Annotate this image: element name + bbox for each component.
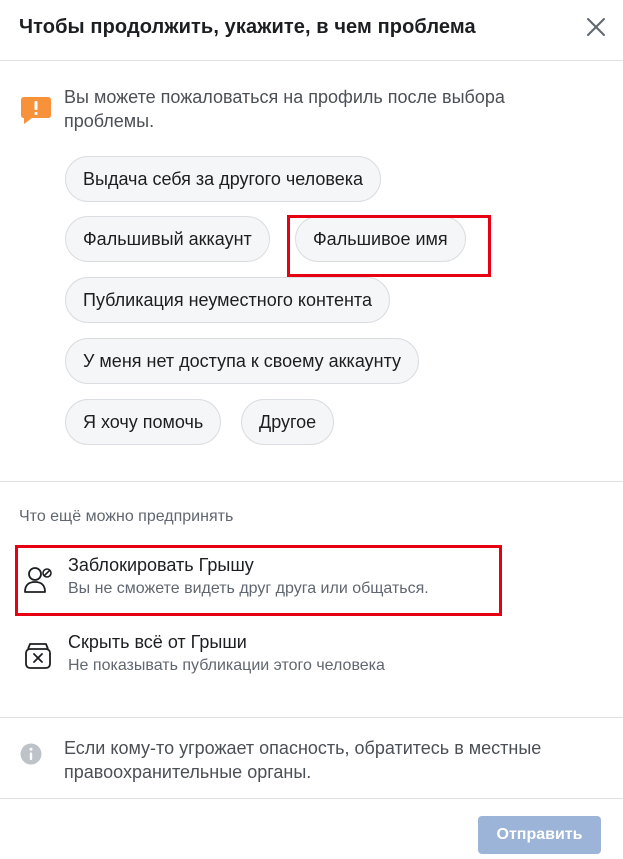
info-icon	[20, 743, 42, 765]
hide-all-title: Скрыть всё от Грыши	[68, 632, 247, 652]
block-user-title: Заблокировать Грышу	[68, 555, 254, 575]
close-button[interactable]	[583, 14, 609, 40]
option-want-help[interactable]: Я хочу помочь	[65, 399, 222, 445]
dialog-header: Чтобы продолжить, укажите, в чем проблем…	[0, 0, 623, 61]
hide-box-icon	[25, 643, 51, 669]
safety-notice-text: Если кому-то угрожает опасность, обратит…	[64, 738, 542, 782]
dialog-title: Чтобы продолжить, укажите, в чем проблем…	[19, 16, 476, 38]
report-dialog: Чтобы продолжить, укажите, в чем проблем…	[0, 0, 623, 859]
hide-all-action[interactable]: Скрыть всё от Грыши Не показывать публик…	[20, 632, 580, 682]
block-user-action[interactable]: Заблокировать Грышу Вы не сможете видеть…	[20, 555, 580, 605]
option-fake-account[interactable]: Фальшивый аккаунт	[65, 216, 270, 262]
block-user-subtitle: Вы не сможете видеть друг друга или обща…	[68, 580, 429, 597]
more-actions-heading: Что ещё можно предпринять	[19, 508, 234, 525]
hide-all-subtitle: Не показывать публикации этого человека	[68, 657, 385, 674]
option-no-access[interactable]: У меня нет доступа к своему аккаунту	[65, 338, 420, 384]
option-impersonation[interactable]: Выдача себя за другого человека	[65, 156, 382, 202]
submit-button[interactable]: Отправить	[478, 816, 601, 854]
option-fake-name[interactable]: Фальшивое имя	[295, 216, 466, 262]
divider	[0, 798, 623, 799]
close-icon	[587, 18, 605, 36]
option-inappropriate-content[interactable]: Публикация неуместного контента	[65, 277, 390, 323]
divider	[0, 481, 623, 482]
warning-icon	[21, 97, 51, 124]
block-user-icon	[24, 567, 52, 593]
notice-text: Вы можете пожаловаться на профиль после …	[64, 87, 505, 131]
option-other[interactable]: Другое	[241, 399, 335, 445]
divider	[0, 717, 623, 718]
